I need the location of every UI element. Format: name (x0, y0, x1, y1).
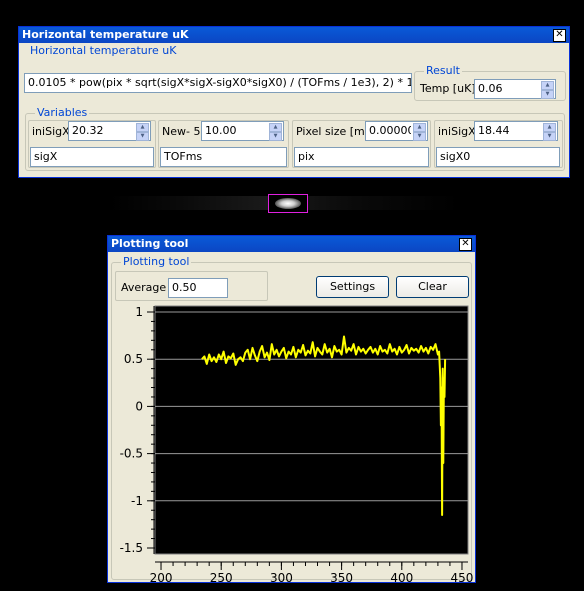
variable-value: 0.000002 (369, 124, 411, 137)
x-tick-label: 250 (210, 571, 233, 582)
y-tick-label: 0 (135, 399, 143, 413)
y-tick-label: -0.5 (120, 447, 143, 461)
atom-cloud-image (275, 198, 301, 209)
x-tick-label: 200 (150, 571, 173, 582)
variable-name-field[interactable]: sigX (30, 147, 154, 167)
temp-label: Temp [uK] (420, 82, 476, 95)
settings-button[interactable]: Settings (316, 276, 389, 298)
variable-value: 10.00 (205, 124, 237, 137)
temp-spinbox[interactable]: 0.06 ▲ ▼ (474, 79, 556, 99)
temp-group-label: Horizontal temperature uK (30, 44, 177, 57)
average-input[interactable]: 0.50 (168, 278, 228, 298)
variable-value: 20.32 (72, 124, 104, 137)
formula-field[interactable]: 0.0105 * pow(pix * sqrt(sigX*sigX-sigX0*… (24, 73, 412, 93)
y-tick-label: 1 (135, 305, 143, 319)
spin-arrows-icon[interactable]: ▲ ▼ (413, 123, 426, 141)
x-tick-label: 350 (330, 571, 353, 582)
clear-button[interactable]: Clear (396, 276, 469, 298)
variable-value-spinbox[interactable]: 0.000002 ▲▼ (365, 121, 428, 141)
plot-window-title: Plotting tool (111, 237, 189, 250)
y-tick-label: -1 (131, 494, 143, 508)
average-label: Average (121, 281, 167, 294)
x-tick-label: 300 (270, 571, 293, 582)
y-tick-label: 0.5 (124, 352, 143, 366)
y-tick-label: -1.5 (120, 541, 143, 555)
temperature-plot: 1 0.5 0 -0.5 -1 -1.5 200 250 300 350 400 450 (120, 305, 473, 582)
x-tick-label: 450 (451, 571, 473, 582)
x-tick-label: 400 (390, 571, 413, 582)
close-icon[interactable]: ✕ (553, 29, 566, 42)
variable-name-field[interactable]: sigX0 (436, 147, 560, 167)
spin-arrows-icon[interactable]: ▲ ▼ (543, 123, 556, 141)
camera-roi-box[interactable] (268, 194, 308, 213)
variable-name-field[interactable]: pix (294, 147, 429, 167)
variable-value-spinbox[interactable]: 20.32 ▲ ▼ (68, 121, 151, 141)
spin-arrows-icon[interactable]: ▲ ▼ (541, 81, 554, 99)
variable-label: iniSigX (438, 125, 476, 138)
temp-window-titlebar[interactable]: Horizontal temperature uK ✕ (19, 27, 569, 43)
spin-arrows-icon[interactable]: ▲ ▼ (136, 123, 149, 141)
plot-window: Plotting tool ✕ Plotting tool Average 0.… (107, 235, 476, 583)
variable-label: iniSigX (32, 125, 70, 138)
temp-window-title: Horizontal temperature uK (22, 28, 189, 41)
variable-label: Pixel size [m] (296, 125, 370, 138)
variable-value-spinbox[interactable]: 10.00 ▲ ▼ (201, 121, 284, 141)
variable-label: New- 5 (162, 125, 201, 138)
variable-name-field[interactable]: TOFms (160, 147, 287, 167)
variable-value: 18.44 (478, 124, 510, 137)
variables-group-label: Variables (35, 106, 90, 120)
temp-value: 0.06 (478, 82, 503, 95)
temp-window: Horizontal temperature uK ✕ Horizontal t… (18, 26, 570, 178)
plotting-group-label: Plotting tool (121, 255, 192, 269)
variable-value-spinbox[interactable]: 18.44 ▲ ▼ (474, 121, 558, 141)
close-icon[interactable]: ✕ (459, 238, 472, 251)
spin-arrows-icon[interactable]: ▲ ▼ (269, 123, 282, 141)
plot-window-titlebar[interactable]: Plotting tool ✕ (108, 236, 475, 252)
result-group-label: Result (424, 64, 462, 78)
